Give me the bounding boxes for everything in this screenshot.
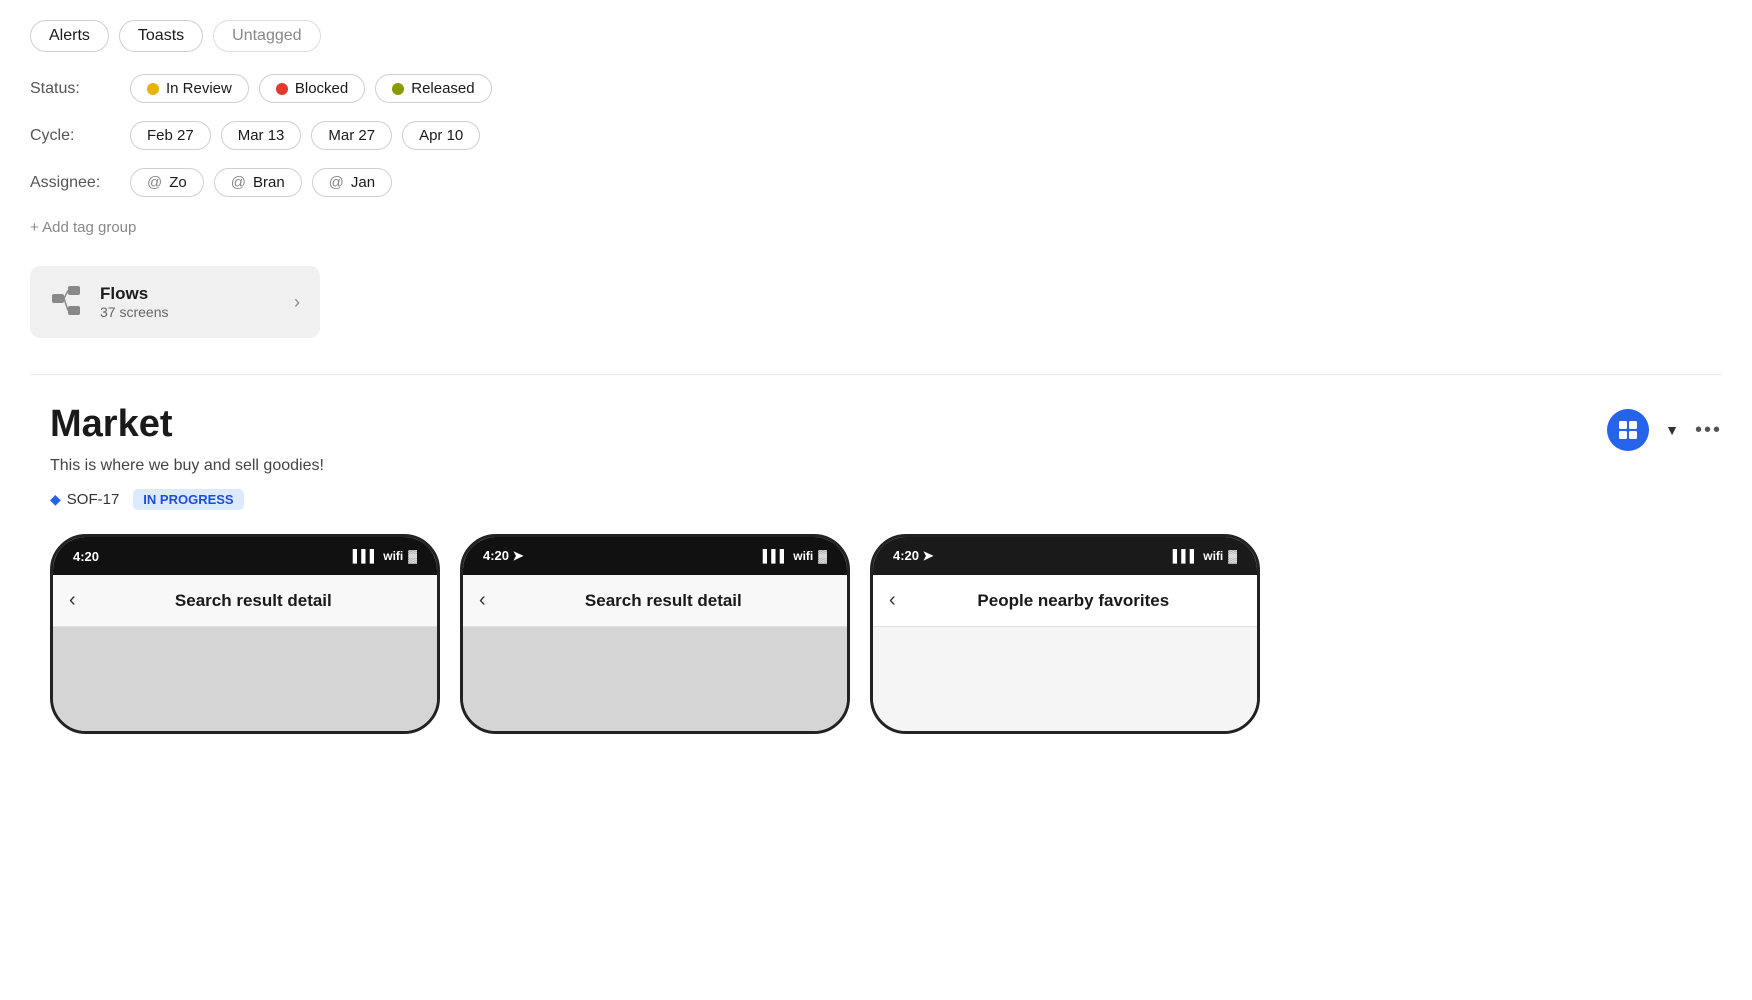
assignee-bran-label: Bran	[253, 174, 285, 191]
market-id-label: SOF-17	[67, 491, 120, 508]
signal-icon-1: ▌▌▌	[353, 549, 379, 563]
market-header: Market ▼ •••	[50, 403, 1722, 451]
cycle-chip-mar13[interactable]: Mar 13	[221, 121, 302, 150]
signal-icon-2: ▌▌▌	[763, 549, 789, 563]
phone-nav-bar-1: ‹ Search result detail	[53, 575, 437, 627]
assignee-chip-jan[interactable]: @ Jan	[312, 168, 392, 197]
status-blocked-label: Blocked	[295, 80, 348, 97]
wifi-icon-3: wifi	[1203, 549, 1223, 563]
add-tag-group-label: + Add tag group	[30, 219, 136, 236]
signal-icon-3: ▌▌▌	[1173, 549, 1199, 563]
battery-icon-2: ▓	[818, 549, 827, 563]
phone-nav-bar-3: ‹ People nearby favorites	[873, 575, 1257, 627]
assignee-chip-bran[interactable]: @ Bran	[214, 168, 302, 197]
phone-nav-title-1: Search result detail	[86, 591, 421, 611]
wifi-icon-2: wifi	[793, 549, 813, 563]
phone-content-3	[873, 627, 1257, 734]
flows-icon	[50, 284, 86, 320]
at-sign-jan: @	[329, 174, 344, 191]
market-meta: ◆ SOF-17 IN PROGRESS	[50, 489, 1722, 510]
flows-text: Flows 37 screens	[100, 284, 280, 320]
back-arrow-icon-1[interactable]: ‹	[69, 589, 76, 612]
battery-icon-3: ▓	[1228, 549, 1237, 563]
phone-time-2: 4:20 ➤	[483, 548, 524, 564]
tag-alerts[interactable]: Alerts	[30, 20, 109, 52]
flows-arrow-icon: ›	[294, 292, 300, 313]
phone-nav-bar-2: ‹ Search result detail	[463, 575, 847, 627]
status-filter-row: Status: In Review Blocked Released	[30, 74, 1722, 103]
diamond-icon: ◆	[50, 491, 61, 508]
phone-status-right-3: ▌▌▌ wifi ▓	[1173, 549, 1237, 563]
status-chip-blocked[interactable]: Blocked	[259, 74, 365, 103]
phone-content-2	[463, 627, 847, 734]
market-dropdown-arrow-icon[interactable]: ▼	[1665, 422, 1679, 438]
add-tag-group-button[interactable]: + Add tag group	[30, 219, 136, 236]
wifi-icon-1: wifi	[383, 549, 403, 563]
phone-status-bar-3: 4:20 ➤ ▌▌▌ wifi ▓	[873, 537, 1257, 575]
assignee-jan-label: Jan	[351, 174, 375, 191]
tag-untagged[interactable]: Untagged	[213, 20, 320, 52]
market-header-actions: ▼ •••	[1607, 409, 1722, 451]
cycle-chip-apr10[interactable]: Apr 10	[402, 121, 480, 150]
assignee-filter-row: Assignee: @ Zo @ Bran @ Jan	[30, 168, 1722, 197]
market-more-button[interactable]: •••	[1695, 419, 1722, 442]
phone-screen-2[interactable]: 4:20 ➤ ▌▌▌ wifi ▓ ‹ Search result detail	[460, 534, 850, 734]
phone-status-bar-2: 4:20 ➤ ▌▌▌ wifi ▓	[463, 537, 847, 575]
cycle-mar13-label: Mar 13	[238, 127, 285, 144]
cycle-chip-feb27[interactable]: Feb 27	[130, 121, 211, 150]
back-arrow-icon-2[interactable]: ‹	[479, 589, 486, 612]
cycle-apr10-label: Apr 10	[419, 127, 463, 144]
market-avatar[interactable]	[1607, 409, 1649, 451]
market-title: Market	[50, 403, 173, 446]
tag-toasts[interactable]: Toasts	[119, 20, 203, 52]
in-progress-badge: IN PROGRESS	[133, 489, 243, 510]
at-sign-bran: @	[231, 174, 246, 191]
cycle-feb27-label: Feb 27	[147, 127, 194, 144]
market-id: ◆ SOF-17	[50, 491, 119, 508]
cycle-filter-row: Cycle: Feb 27 Mar 13 Mar 27 Apr 10	[30, 121, 1722, 150]
assignee-zo-label: Zo	[169, 174, 187, 191]
phone-nav-title-2: Search result detail	[496, 591, 831, 611]
status-in-review-label: In Review	[166, 80, 232, 97]
flows-title: Flows	[100, 284, 280, 304]
phone-status-right-2: ▌▌▌ wifi ▓	[763, 549, 827, 563]
cycle-mar27-label: Mar 27	[328, 127, 375, 144]
phone-status-right-1: ▌▌▌ wifi ▓	[353, 549, 417, 563]
assignee-filter-label: Assignee:	[30, 174, 120, 192]
phone-time-3: 4:20 ➤	[893, 548, 934, 564]
battery-icon-1: ▓	[408, 549, 417, 563]
phone-nav-title-3: People nearby favorites	[906, 591, 1241, 611]
status-chip-released[interactable]: Released	[375, 74, 491, 103]
status-chip-in-review[interactable]: In Review	[130, 74, 249, 103]
status-released-label: Released	[411, 80, 474, 97]
cycle-chip-mar27[interactable]: Mar 27	[311, 121, 392, 150]
phone-content-1	[53, 627, 437, 734]
market-section: Market ▼ ••• This is where we buy and se…	[30, 374, 1722, 734]
screens-row: 4:20 ▌▌▌ wifi ▓ ‹ Search result detail 4…	[50, 534, 1722, 734]
market-description: This is where we buy and sell goodies!	[50, 457, 1722, 475]
phone-screen-3[interactable]: 4:20 ➤ ▌▌▌ wifi ▓ ‹ People nearby favori…	[870, 534, 1260, 734]
cycle-filter-label: Cycle:	[30, 127, 120, 145]
phone-status-bar-1: 4:20 ▌▌▌ wifi ▓	[53, 537, 437, 575]
status-dot-red	[276, 83, 288, 95]
phone-time-1: 4:20	[73, 549, 99, 564]
phone-screen-1[interactable]: 4:20 ▌▌▌ wifi ▓ ‹ Search result detail	[50, 534, 440, 734]
tags-row: Alerts Toasts Untagged	[30, 20, 1722, 52]
flows-card[interactable]: Flows 37 screens ›	[30, 266, 320, 338]
assignee-chip-zo[interactable]: @ Zo	[130, 168, 204, 197]
flows-subtitle: 37 screens	[100, 304, 280, 320]
status-dot-olive	[392, 83, 404, 95]
status-filter-label: Status:	[30, 80, 120, 98]
at-sign-zo: @	[147, 174, 162, 191]
status-dot-yellow	[147, 83, 159, 95]
main-content: Alerts Toasts Untagged Status: In Review…	[0, 0, 1752, 754]
back-arrow-icon-3[interactable]: ‹	[889, 589, 896, 612]
